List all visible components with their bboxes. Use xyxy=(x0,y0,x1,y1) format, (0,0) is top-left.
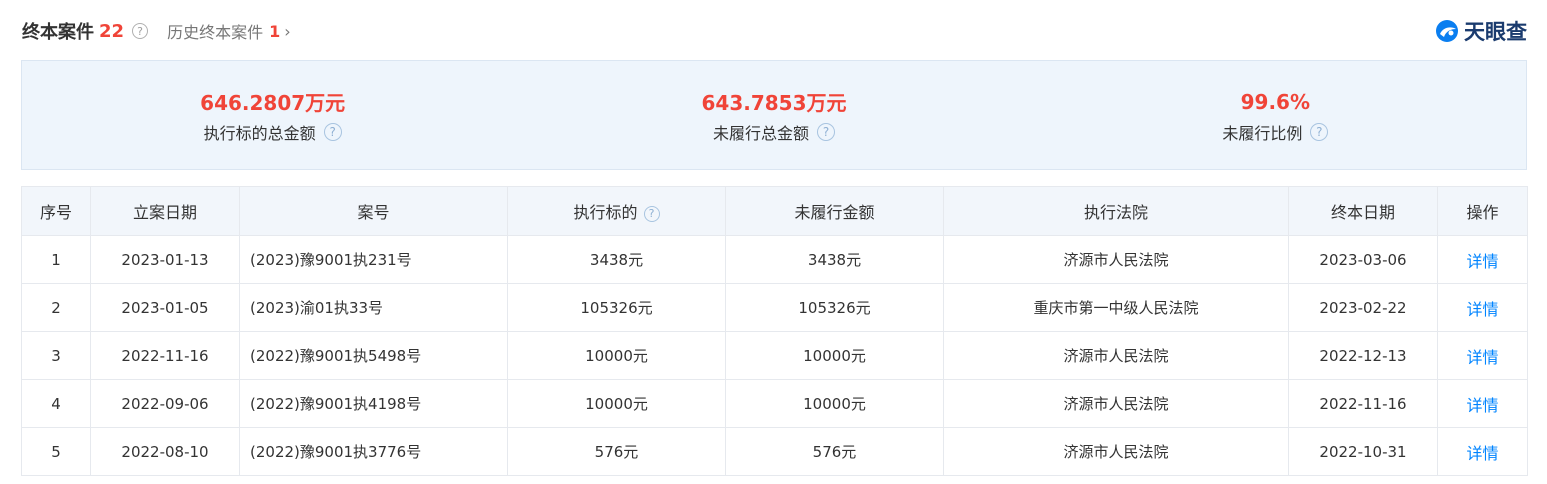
chevron-right-icon: › xyxy=(284,21,291,41)
table-row: 1 2023-01-13 (2023)豫9001执231号 3438元 3438… xyxy=(21,235,1528,284)
col-header-action: 操作 xyxy=(1437,186,1528,236)
question-circle-icon[interactable]: ? xyxy=(323,122,342,141)
cell-unpaid: 10000元 xyxy=(725,331,944,380)
cell-case-no: (2023)豫9001执231号 xyxy=(239,235,508,284)
cell-end-date: 2023-03-06 xyxy=(1288,235,1438,284)
cell-court: 济源市人民法院 xyxy=(943,427,1289,476)
col-header-no: 序号 xyxy=(21,186,91,236)
summary-unpaid-ratio: 99.6% 未履行比例 ? xyxy=(1025,61,1526,169)
cell-no: 4 xyxy=(21,379,91,428)
cell-target: 3438元 xyxy=(507,235,726,284)
cell-end-date: 2022-11-16 xyxy=(1288,379,1438,428)
summary-label: 未履行总金额 xyxy=(712,123,809,143)
cell-filed-date: 2022-08-10 xyxy=(90,427,240,476)
col-header-unpaid: 未履行金额 xyxy=(725,186,944,236)
cell-action: 详情 xyxy=(1437,331,1528,380)
cell-target: 10000元 xyxy=(507,331,726,380)
cell-action: 详情 xyxy=(1437,427,1528,476)
col-header-case-no: 案号 xyxy=(239,186,508,236)
cell-filed-date: 2023-01-05 xyxy=(90,283,240,332)
cell-case-no: (2022)豫9001执4198号 xyxy=(239,379,508,428)
col-header-court: 执行法院 xyxy=(943,186,1289,236)
question-circle-icon[interactable]: ? xyxy=(1310,122,1329,141)
summary-value: 99.6% xyxy=(1240,89,1311,114)
col-header-filed-date: 立案日期 xyxy=(90,186,240,236)
summary-label: 未履行比例 xyxy=(1222,123,1303,143)
col-header-target-label: 执行标的 xyxy=(573,203,638,222)
summary-total-target: 646.2807万元 执行标的总金额 ? xyxy=(22,61,523,169)
cell-unpaid: 10000元 xyxy=(725,379,944,428)
history-cases-label: 历史终本案件 xyxy=(167,23,264,42)
history-cases-link[interactable]: 历史终本案件 1 › xyxy=(167,19,291,43)
details-link[interactable]: 详情 xyxy=(1466,300,1498,319)
cell-no: 2 xyxy=(21,283,91,332)
table-row: 3 2022-11-16 (2022)豫9001执5498号 10000元 10… xyxy=(21,331,1528,380)
case-count: 22 xyxy=(99,20,125,42)
details-link[interactable]: 详情 xyxy=(1466,396,1498,415)
logo-text: 天眼查 xyxy=(1464,20,1527,44)
summary-label-wrap: 未履行比例 ? xyxy=(1222,120,1329,144)
cell-unpaid: 3438元 xyxy=(725,235,944,284)
summary-label-wrap: 执行标的总金额 ? xyxy=(204,120,342,144)
cell-action: 详情 xyxy=(1437,235,1528,284)
summary-label-wrap: 未履行总金额 ? xyxy=(713,120,835,144)
cell-end-date: 2023-02-22 xyxy=(1288,283,1438,332)
col-header-end-date: 终本日期 xyxy=(1288,186,1438,236)
table-row: 2 2023-01-05 (2023)渝01执33号 105326元 10532… xyxy=(21,283,1528,332)
cell-court: 济源市人民法院 xyxy=(943,235,1289,284)
cell-end-date: 2022-12-13 xyxy=(1288,331,1438,380)
cell-target: 105326元 xyxy=(507,283,726,332)
cell-case-no: (2022)豫9001执3776号 xyxy=(239,427,508,476)
cell-filed-date: 2022-09-06 xyxy=(90,379,240,428)
question-circle-icon[interactable]: ? xyxy=(132,23,149,39)
cell-unpaid: 576元 xyxy=(725,427,944,476)
history-cases-count: 1 xyxy=(269,21,281,41)
summary-total-unpaid: 643.7853万元 未履行总金额 ? xyxy=(523,61,1024,169)
cell-no: 1 xyxy=(21,235,91,284)
cell-end-date: 2022-10-31 xyxy=(1288,427,1438,476)
question-circle-icon[interactable]: ? xyxy=(643,205,660,222)
col-header-target: 执行标的? xyxy=(507,186,726,236)
summary-panel: 646.2807万元 执行标的总金额 ? 643.7853万元 未履行总金额 ?… xyxy=(21,60,1527,170)
question-circle-icon[interactable]: ? xyxy=(817,122,835,141)
cell-action: 详情 xyxy=(1437,283,1528,332)
details-link[interactable]: 详情 xyxy=(1466,444,1498,463)
brand-logo: 天眼查 xyxy=(1434,16,1527,46)
cell-no: 3 xyxy=(21,331,91,380)
cell-filed-date: 2022-11-16 xyxy=(90,331,240,380)
section-header: 终本案件 22 ? 历史终本案件 1 › xyxy=(22,16,291,46)
cases-table: 序号 立案日期 案号 执行标的? 未履行金额 执行法院 终本日期 操作 1 20… xyxy=(21,186,1528,476)
cell-target: 576元 xyxy=(507,427,726,476)
table-row: 4 2022-09-06 (2022)豫9001执4198号 10000元 10… xyxy=(21,379,1528,428)
summary-label: 执行标的总金额 xyxy=(203,123,316,143)
eye-logo-icon xyxy=(1436,20,1458,42)
cell-court: 重庆市第一中级人民法院 xyxy=(943,283,1289,332)
table-header-row: 序号 立案日期 案号 执行标的? 未履行金额 执行法院 终本日期 操作 xyxy=(21,186,1528,236)
cell-court: 济源市人民法院 xyxy=(943,379,1289,428)
cell-court: 济源市人民法院 xyxy=(943,331,1289,380)
cell-target: 10000元 xyxy=(507,379,726,428)
cell-filed-date: 2023-01-13 xyxy=(90,235,240,284)
details-link[interactable]: 详情 xyxy=(1466,252,1498,271)
summary-value: 646.2807万元 xyxy=(200,91,346,115)
summary-value: 643.7853万元 xyxy=(701,91,847,115)
section-title: 终本案件 xyxy=(22,22,94,43)
cell-case-no: (2022)豫9001执5498号 xyxy=(239,331,508,380)
details-link[interactable]: 详情 xyxy=(1466,348,1498,367)
cell-case-no: (2023)渝01执33号 xyxy=(239,283,508,332)
cell-action: 详情 xyxy=(1437,379,1528,428)
cell-no: 5 xyxy=(21,427,91,476)
cell-unpaid: 105326元 xyxy=(725,283,944,332)
table-row: 5 2022-08-10 (2022)豫9001执3776号 576元 576元… xyxy=(21,427,1528,476)
